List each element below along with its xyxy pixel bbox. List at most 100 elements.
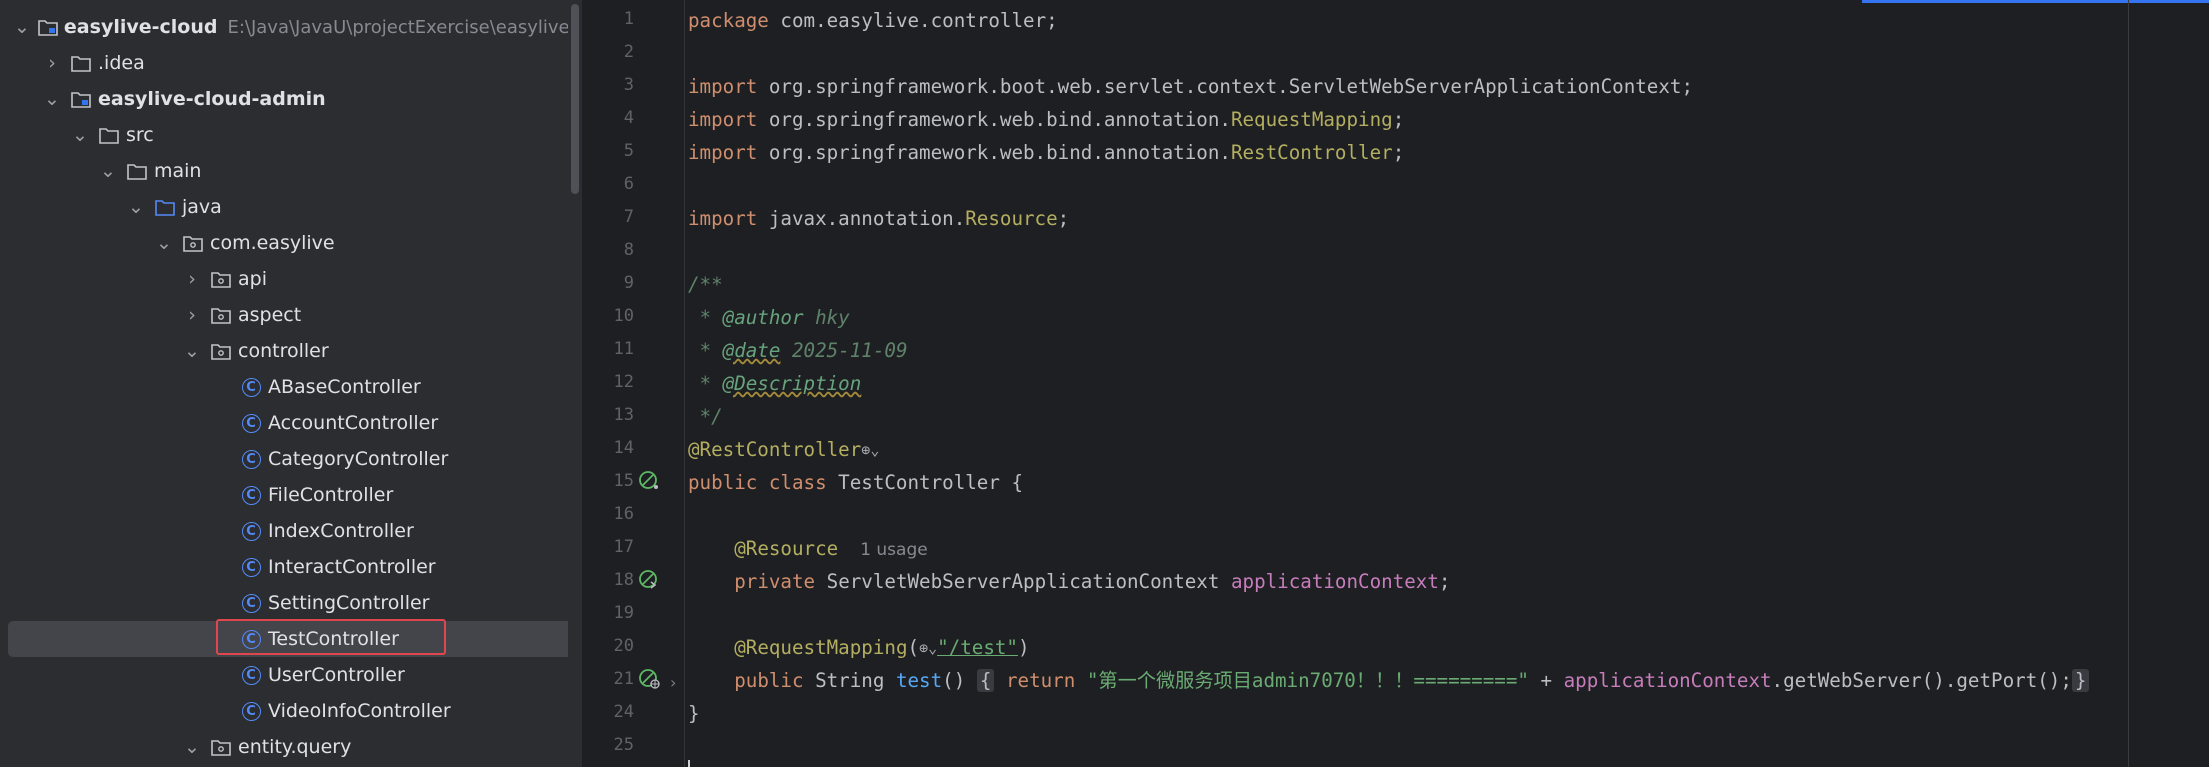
- tree-node-src[interactable]: ⌄ src: [0, 117, 568, 153]
- chevron-down-icon[interactable]: ⌄: [42, 88, 62, 110]
- code-line-9[interactable]: /**: [688, 268, 723, 301]
- autowired-gutter-icon[interactable]: [638, 568, 660, 590]
- annotation: @RestController: [688, 438, 862, 461]
- tree-node-api[interactable]: › api: [0, 261, 568, 297]
- folder-icon: [126, 160, 148, 182]
- chevron-down-icon[interactable]: ⌄: [98, 160, 118, 182]
- fold-expand-icon[interactable]: ›: [670, 673, 676, 692]
- class-icon: C: [240, 592, 262, 614]
- spring-bean-gutter-icon[interactable]: [638, 469, 660, 491]
- tree-class-settingcontroller[interactable]: C SettingController: [0, 585, 568, 621]
- javadoc-tag: @date: [722, 339, 781, 362]
- code-line-20[interactable]: @RequestMapping(⊕⌄"/test"): [688, 631, 1029, 665]
- code-line-5[interactable]: import org.springframework.web.bind.anno…: [688, 136, 1404, 169]
- chevron-down-icon[interactable]: ⌄: [870, 434, 879, 467]
- project-path: E:\Java\JavaU\projectExercise\easylive\e…: [227, 16, 568, 38]
- package-icon: [210, 268, 232, 290]
- tree-node-module[interactable]: ⌄ easylive-cloud-admin: [0, 81, 568, 117]
- chevron-down-icon[interactable]: ⌄: [126, 196, 146, 218]
- tree-node-entity-query[interactable]: ⌄ entity.query: [0, 729, 568, 765]
- tree-label: AccountController: [268, 412, 439, 434]
- tree-label: IndexController: [268, 520, 414, 542]
- package-icon: [210, 736, 232, 758]
- tree-label: SettingController: [268, 592, 430, 614]
- comment: 2025-11-09: [780, 339, 908, 362]
- right-margin-guide: [2128, 0, 2129, 767]
- code-line-15[interactable]: public class TestController {: [688, 466, 1023, 499]
- line-number: 16: [613, 504, 634, 524]
- tree-class-videoinfocontroller[interactable]: C VideoInfoController: [0, 693, 568, 729]
- tree-class-indexcontroller[interactable]: C IndexController: [0, 513, 568, 549]
- line-number: 10: [613, 306, 634, 326]
- code-line-4[interactable]: import org.springframework.web.bind.anno…: [688, 103, 1404, 136]
- tree-class-filecontroller[interactable]: C FileController: [0, 477, 568, 513]
- tree-scrollbar-thumb[interactable]: [571, 4, 579, 194]
- chevron-down-icon[interactable]: ⌄: [928, 632, 937, 665]
- folded-brace[interactable]: }: [2071, 669, 2090, 692]
- code-text: .getWebServer().getPort();: [1771, 669, 2072, 692]
- tree-node-idea[interactable]: › .idea: [0, 45, 568, 81]
- tree-label: com.easylive: [210, 232, 335, 254]
- request-mapping-gutter-icon[interactable]: [638, 667, 660, 689]
- chevron-down-icon[interactable]: ⌄: [182, 736, 202, 758]
- tree-label: src: [126, 124, 154, 146]
- tree-class-usercontroller[interactable]: C UserController: [0, 657, 568, 693]
- selection-highlight-box: [216, 619, 446, 655]
- line-number: 11: [613, 339, 634, 359]
- chevron-right-icon[interactable]: ›: [182, 268, 202, 290]
- chevron-down-icon[interactable]: ⌄: [14, 16, 30, 38]
- code-line-1[interactable]: package com.easylive.controller;: [688, 4, 1058, 37]
- chevron-down-icon[interactable]: ⌄: [70, 124, 90, 146]
- tree-class-interactcontroller[interactable]: C InteractController: [0, 549, 568, 585]
- tree-scrollbar[interactable]: [568, 0, 582, 767]
- code-editor[interactable]: 1 2 3 4 5 6 7 8 9 10 11 12 13 14 15 16 1…: [584, 0, 2209, 767]
- chevron-right-icon[interactable]: ›: [42, 52, 62, 74]
- code-text: org.springframework.boot.web.servlet.con…: [757, 75, 1694, 98]
- line-number: 5: [623, 141, 634, 161]
- tree-class-accountcontroller[interactable]: C AccountController: [0, 405, 568, 441]
- tree-node-java[interactable]: ⌄ java: [0, 189, 568, 225]
- globe-icon[interactable]: ⊕: [919, 632, 928, 665]
- chevron-down-icon[interactable]: ⌄: [154, 232, 174, 254]
- tree-node-root[interactable]: ⌄ easylive-cloud E:\Java\JavaU\projectEx…: [0, 9, 568, 45]
- tree-class-categorycontroller[interactable]: C CategoryController: [0, 441, 568, 477]
- code-line-3[interactable]: import org.springframework.boot.web.serv…: [688, 70, 1693, 103]
- class-icon: C: [240, 700, 262, 722]
- method-name: test: [895, 669, 943, 692]
- line-number: 1: [623, 9, 634, 29]
- chevron-right-icon[interactable]: ›: [182, 304, 202, 326]
- code-text: ;: [1057, 207, 1070, 230]
- tree-node-package[interactable]: ⌄ com.easylive: [0, 225, 568, 261]
- folded-brace[interactable]: {: [976, 669, 995, 692]
- tree-node-aspect[interactable]: › aspect: [0, 297, 568, 333]
- javadoc-tag: @Description: [722, 372, 862, 395]
- line-number: 21: [613, 669, 634, 689]
- tree-node-main[interactable]: ⌄ main: [0, 153, 568, 189]
- code-line-21[interactable]: public String test() { return "第一个微服务项目a…: [688, 664, 2090, 697]
- tree-node-controller[interactable]: ⌄ controller: [0, 333, 568, 369]
- line-number: 4: [623, 108, 634, 128]
- globe-icon[interactable]: ⊕: [861, 434, 870, 467]
- class-icon: C: [240, 448, 262, 470]
- code-line-24[interactable]: }: [688, 697, 700, 730]
- chevron-down-icon[interactable]: ⌄: [182, 340, 202, 362]
- code-line-7[interactable]: import javax.annotation.Resource;: [688, 202, 1069, 235]
- code-line-11[interactable]: * @date 2025-11-09: [688, 334, 908, 367]
- keyword: import: [688, 108, 758, 131]
- tree-class-abasecontroller[interactable]: C ABaseController: [0, 369, 568, 405]
- usage-hint[interactable]: 1 usage: [860, 540, 928, 560]
- tree-label: api: [238, 268, 267, 290]
- code-text: (: [907, 636, 920, 659]
- code-line-13[interactable]: */: [688, 400, 723, 433]
- code-text: TestController {: [826, 471, 1024, 494]
- code-line-12[interactable]: * @Description: [688, 367, 862, 400]
- code-line-10[interactable]: * @author hky: [688, 301, 850, 334]
- code-text: +: [1528, 669, 1564, 692]
- code-line-18[interactable]: private ServletWebServerApplicationConte…: [688, 565, 1450, 598]
- code-line-14[interactable]: @RestController⊕⌄: [688, 433, 879, 466]
- code-line-17[interactable]: @Resource 1 usage: [688, 532, 928, 565]
- code-text: org.springframework.web.bind.annotation.: [757, 141, 1231, 164]
